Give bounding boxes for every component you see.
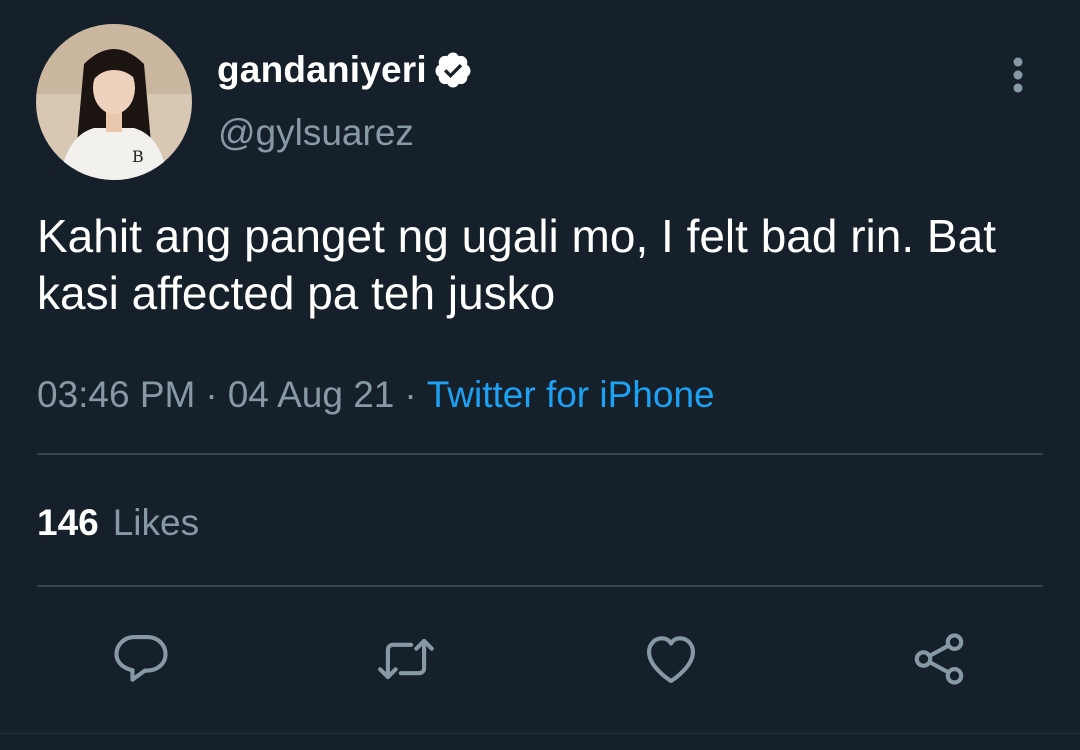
share-button[interactable] <box>908 628 970 690</box>
likes-stat[interactable]: 146 Likes <box>37 502 199 544</box>
tweet-meta: 03:46 PM · 04 Aug 21 · Twitter for iPhone <box>37 374 715 416</box>
share-icon <box>914 633 964 685</box>
divider <box>37 585 1043 587</box>
heart-icon <box>646 636 696 684</box>
tweet-text: Kahit ang panget ng ugali mo, I felt bad… <box>37 210 996 319</box>
tweet-time: 03:46 PM <box>37 374 196 415</box>
retweet-icon <box>378 638 434 680</box>
tweet-source-link[interactable]: Twitter for iPhone <box>427 374 715 415</box>
divider <box>37 453 1043 455</box>
svg-text:B: B <box>132 147 144 166</box>
user-handle[interactable]: @gylsuarez <box>218 112 414 154</box>
likes-label: Likes <box>112 502 200 543</box>
avatar[interactable]: B <box>36 24 192 180</box>
tweet-date: 04 Aug 21 <box>227 374 395 415</box>
retweet-button[interactable] <box>375 628 437 690</box>
reply-button[interactable] <box>110 628 172 690</box>
likes-count: 146 <box>37 502 99 543</box>
speech-bubble-icon <box>114 634 168 682</box>
display-name[interactable]: gandaniyeri <box>217 49 427 91</box>
avatar-image: B <box>36 24 192 180</box>
meta-separator: · <box>404 374 417 415</box>
meta-separator: · <box>205 374 218 415</box>
like-button[interactable] <box>640 628 702 690</box>
more-options-button[interactable] <box>998 54 1038 98</box>
bottom-divider <box>0 733 1080 734</box>
verified-badge-icon <box>433 50 473 90</box>
vertical-dots-icon <box>1013 57 1023 93</box>
user-name-row[interactable]: gandaniyeri <box>217 46 473 94</box>
